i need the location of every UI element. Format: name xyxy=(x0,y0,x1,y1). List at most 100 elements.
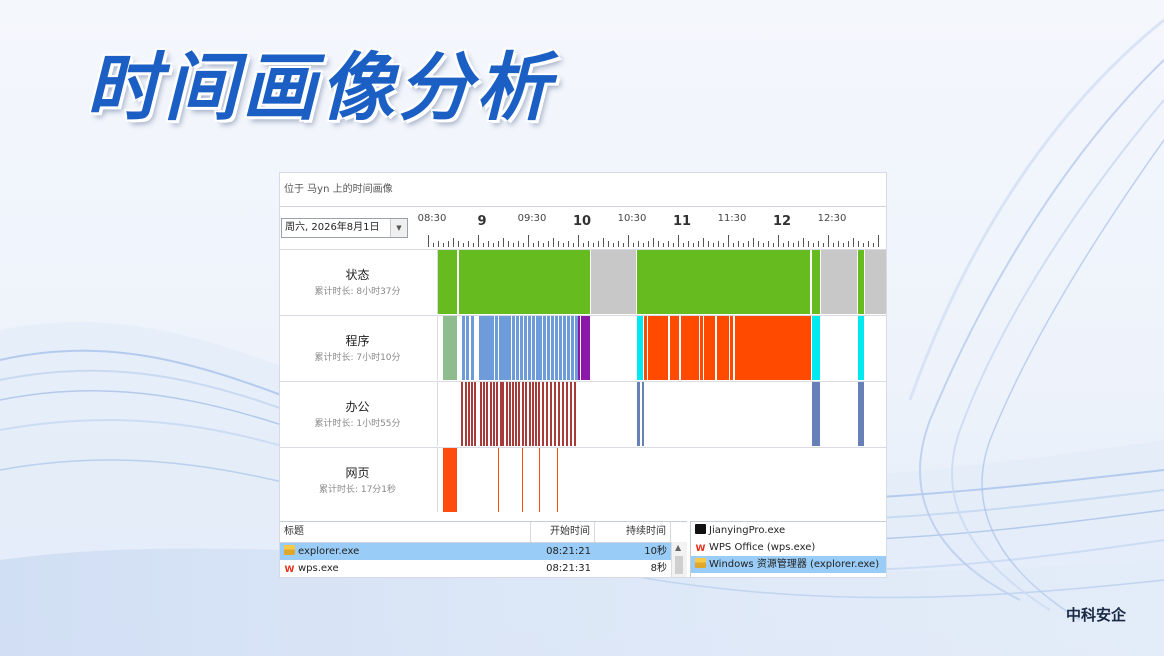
list-item[interactable]: Windows 资源管理器 (explorer.exe) xyxy=(691,556,886,573)
timeline-segment[interactable] xyxy=(562,382,564,446)
timeline-segment[interactable] xyxy=(644,316,647,380)
timeline-segment[interactable] xyxy=(812,316,820,380)
timeline-segment[interactable] xyxy=(681,316,699,380)
timeline-segment[interactable] xyxy=(730,316,733,380)
timeline-segment[interactable] xyxy=(858,250,864,314)
office-track[interactable] xyxy=(437,382,886,446)
timeline-segment[interactable] xyxy=(554,382,556,446)
timeline-segment[interactable] xyxy=(459,250,590,314)
timeline-segment[interactable] xyxy=(591,250,636,314)
timeline-segment[interactable] xyxy=(443,448,457,512)
timeline-segment[interactable] xyxy=(522,448,523,512)
status-track[interactable] xyxy=(437,250,886,314)
timeline-segment[interactable] xyxy=(490,382,492,446)
timeline-segment[interactable] xyxy=(858,382,864,446)
list-item[interactable]: JianyingPro.exe xyxy=(691,522,886,539)
timeline-segment[interactable] xyxy=(535,382,537,446)
timeline-segment[interactable] xyxy=(471,316,474,380)
scroll-up-icon[interactable]: ▲ xyxy=(675,543,681,552)
timeline-segment[interactable] xyxy=(700,316,703,380)
timeline-segment[interactable] xyxy=(461,382,463,446)
timeline-segment[interactable] xyxy=(520,316,523,380)
timeline-segment[interactable] xyxy=(493,382,495,446)
table-row[interactable]: Wwps.exe 08:21:31 8秒 xyxy=(280,560,687,577)
column-title[interactable]: 标题 xyxy=(280,522,531,542)
timeline-segment[interactable] xyxy=(532,316,535,380)
chevron-down-icon[interactable]: ▼ xyxy=(390,219,407,237)
timeline-segment[interactable] xyxy=(462,316,465,380)
column-duration[interactable]: 持续时间 xyxy=(595,522,671,542)
timeline-segment[interactable] xyxy=(735,316,811,380)
timeline-segment[interactable] xyxy=(466,316,469,380)
table-scrollbar[interactable]: ▲ xyxy=(671,542,687,577)
timeline-segment[interactable] xyxy=(557,448,558,512)
timeline-segment[interactable] xyxy=(821,250,857,314)
timeline-segment[interactable] xyxy=(528,316,531,380)
timeline-segment[interactable] xyxy=(581,316,590,380)
column-start[interactable]: 开始时间 xyxy=(531,522,595,542)
timeline-segment[interactable] xyxy=(483,382,485,446)
timeline-segment[interactable] xyxy=(471,382,473,446)
timeline-segment[interactable] xyxy=(642,382,644,446)
timeline-segment[interactable] xyxy=(532,382,534,446)
timeline-segment[interactable] xyxy=(578,316,580,380)
timeline-segment[interactable] xyxy=(515,382,517,446)
timeline-segment[interactable] xyxy=(574,382,576,446)
timeline-segment[interactable] xyxy=(550,382,552,446)
timeline-segment[interactable] xyxy=(546,382,548,446)
timeline-segment[interactable] xyxy=(496,382,498,446)
timeline-segment[interactable] xyxy=(559,316,562,380)
timeline-segment[interactable] xyxy=(555,316,558,380)
timeline-segment[interactable] xyxy=(865,250,886,314)
timeline-segment[interactable] xyxy=(512,382,514,446)
timeline-segment[interactable] xyxy=(717,316,729,380)
timeline-segment[interactable] xyxy=(543,316,546,380)
timeline-segment[interactable] xyxy=(637,382,640,446)
timeline-segment[interactable] xyxy=(566,382,568,446)
timeline-segment[interactable] xyxy=(858,316,864,380)
timeline-segment[interactable] xyxy=(438,250,457,314)
timeline-segment[interactable] xyxy=(651,316,668,380)
timeline-segment[interactable] xyxy=(516,316,519,380)
date-dropdown[interactable]: 周六, 2026年8月1日 ▼ xyxy=(281,218,408,238)
timeline-segment[interactable] xyxy=(524,316,527,380)
timeline-segment[interactable] xyxy=(539,448,540,512)
timeline-segment[interactable] xyxy=(512,316,515,380)
timeline-segment[interactable] xyxy=(704,316,715,380)
timeline-segment[interactable] xyxy=(480,382,482,446)
timeline-segment[interactable] xyxy=(474,382,476,446)
timeline-segment[interactable] xyxy=(670,316,679,380)
timeline-segment[interactable] xyxy=(465,382,467,446)
timeline-segment[interactable] xyxy=(522,382,524,446)
timeline-segment[interactable] xyxy=(542,382,544,446)
timeline-segment[interactable] xyxy=(508,316,511,380)
timeline-segment[interactable] xyxy=(812,382,820,446)
timeline-segment[interactable] xyxy=(509,382,511,446)
timeline-segment[interactable] xyxy=(538,382,540,446)
timeline-segment[interactable] xyxy=(551,316,554,380)
program-track[interactable] xyxy=(437,316,886,380)
timeline-segment[interactable] xyxy=(547,316,550,380)
timeline-segment[interactable] xyxy=(498,448,499,512)
table-row[interactable]: explorer.exe 08:21:21 10秒 xyxy=(280,543,687,560)
timeline-segment[interactable] xyxy=(558,382,560,446)
timeline-segment[interactable] xyxy=(812,250,820,314)
timeline-segment[interactable] xyxy=(567,316,570,380)
timeline-segment[interactable] xyxy=(637,316,643,380)
timeline-segment[interactable] xyxy=(525,382,527,446)
timeline-segment[interactable] xyxy=(486,382,488,446)
timeline-segment[interactable] xyxy=(443,316,457,380)
timeline-segment[interactable] xyxy=(495,316,498,380)
timeline-segment[interactable] xyxy=(570,382,572,446)
timeline-segment[interactable] xyxy=(529,382,531,446)
web-track[interactable] xyxy=(437,448,886,512)
timeline-segment[interactable] xyxy=(506,382,508,446)
timeline-segment[interactable] xyxy=(491,316,494,380)
timeline-segment[interactable] xyxy=(502,382,504,446)
timeline-segment[interactable] xyxy=(518,382,520,446)
timeline-segment[interactable] xyxy=(637,250,810,314)
timeline-segment[interactable] xyxy=(563,316,566,380)
timeline-segment[interactable] xyxy=(571,316,574,380)
timeline-segment[interactable] xyxy=(539,316,542,380)
scroll-thumb[interactable] xyxy=(675,556,683,574)
